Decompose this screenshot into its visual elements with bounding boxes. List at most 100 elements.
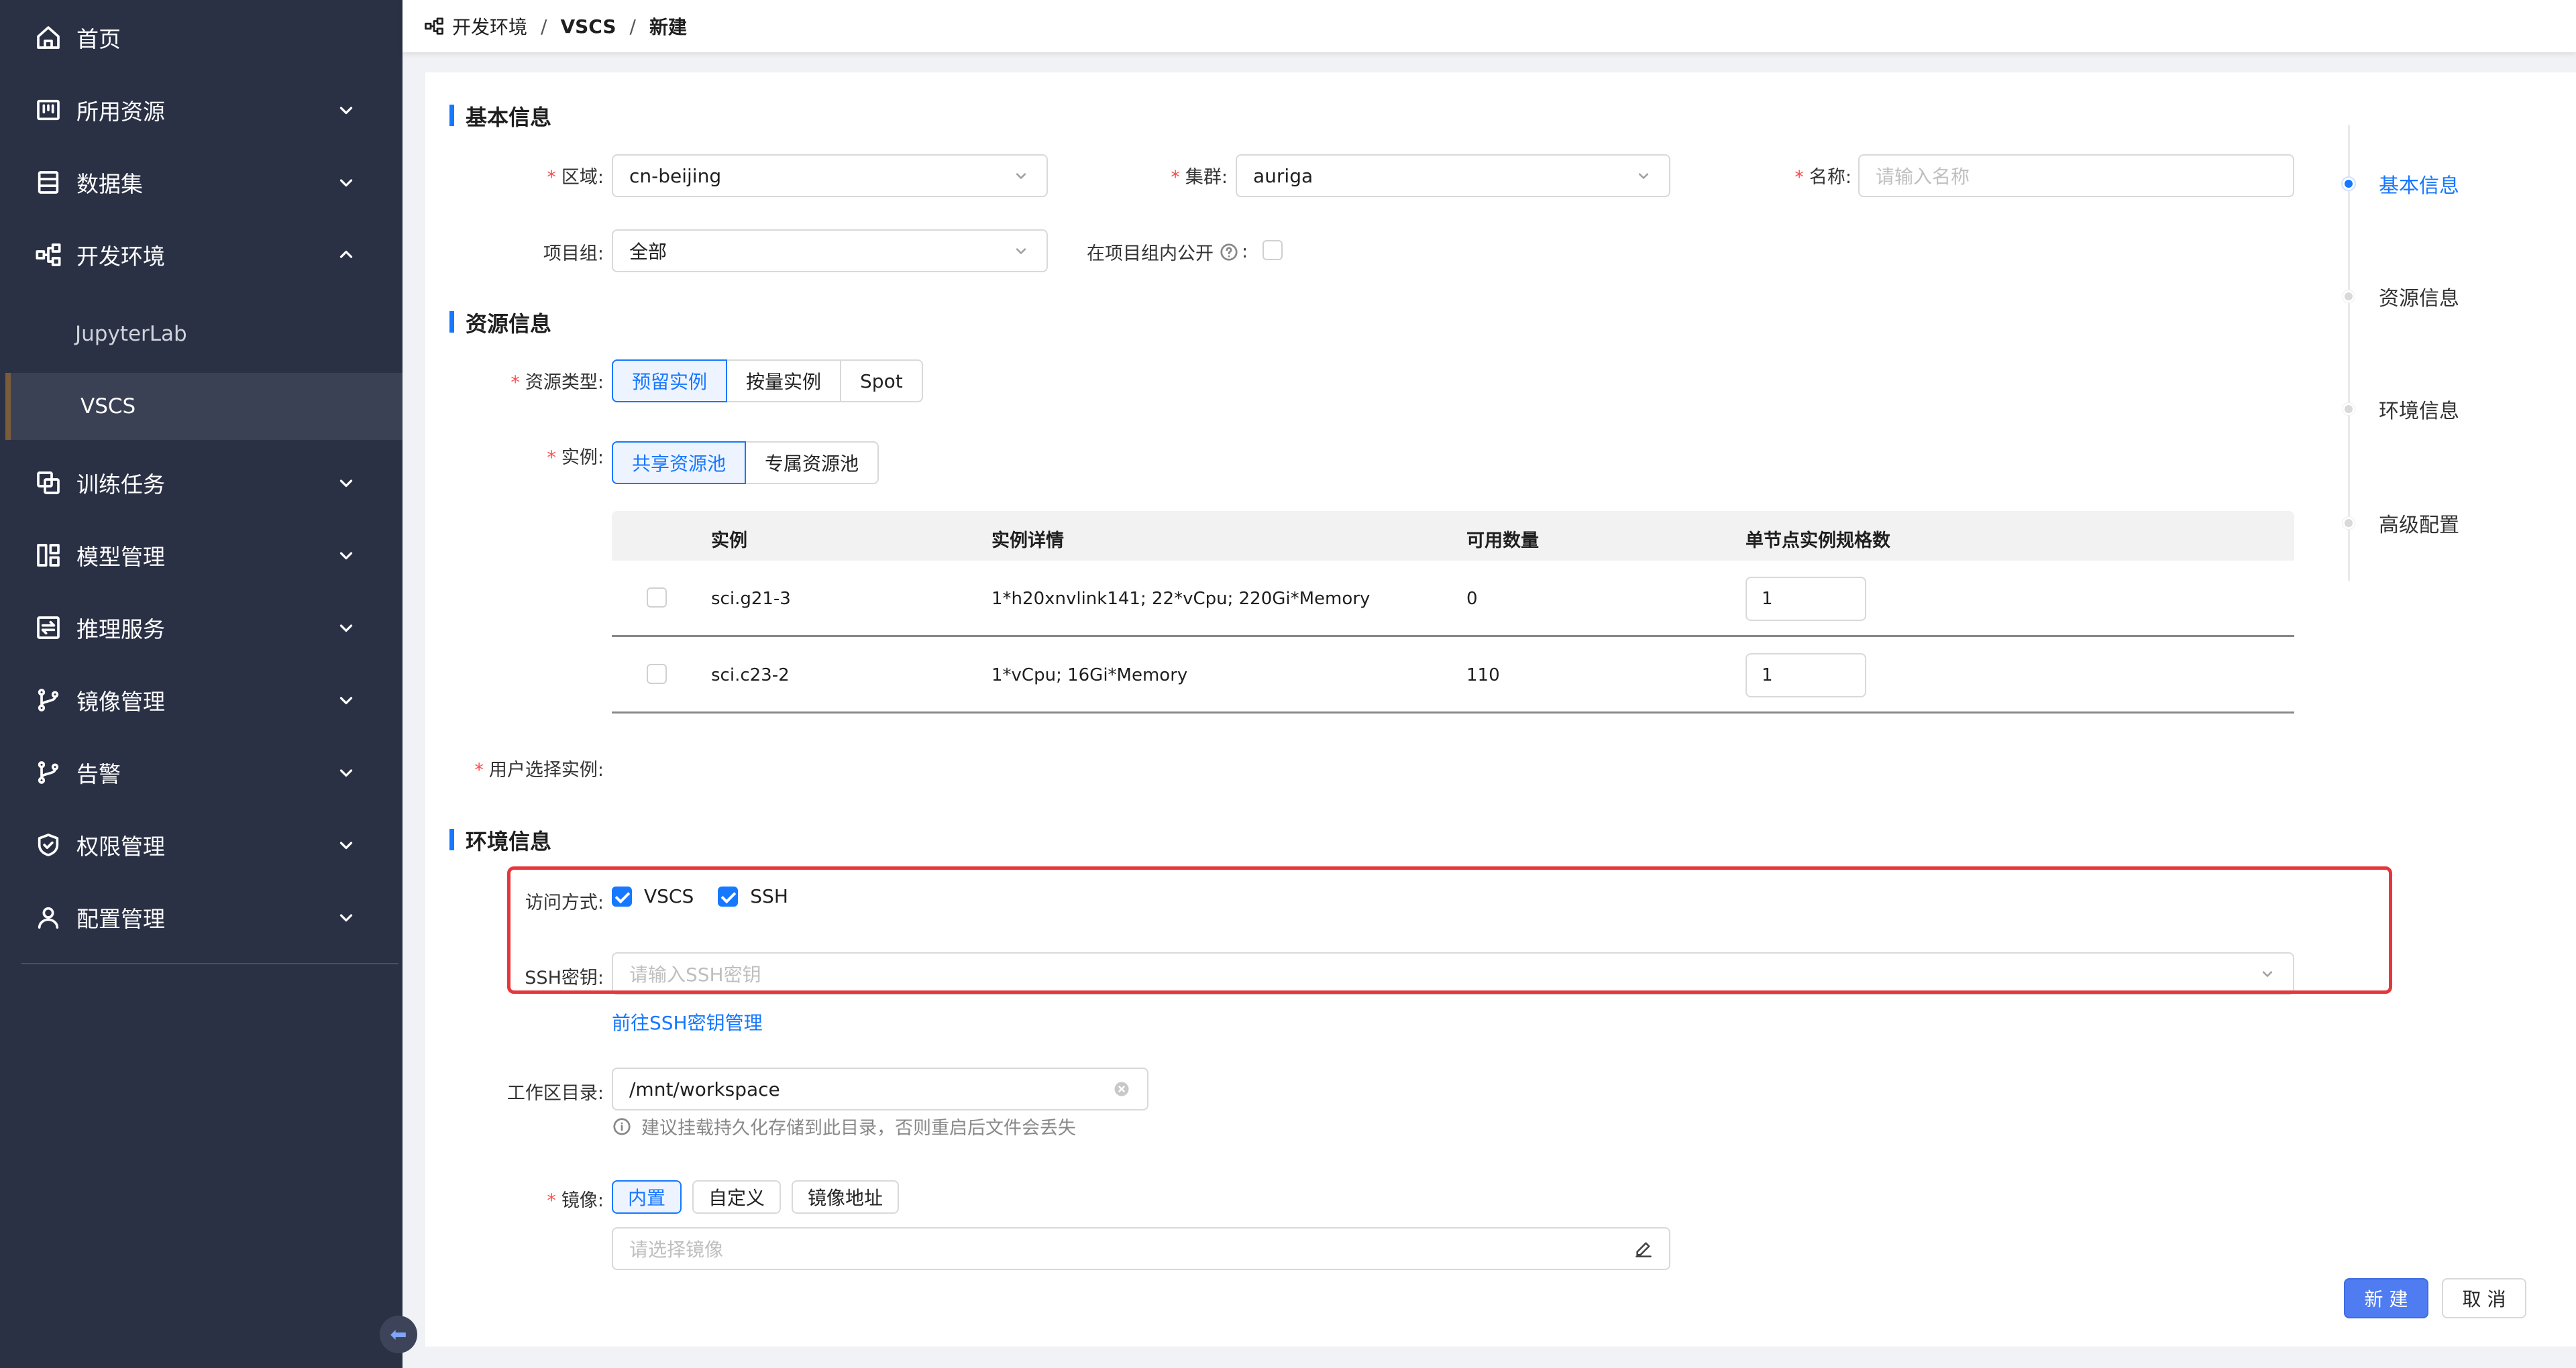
resource-type-label: * 资源类型: <box>511 372 604 393</box>
spec-input[interactable]: 1 <box>1746 577 1866 621</box>
table-row[interactable]: sci.g21-3 1*h20xnvlink141; 22*vCpu; 220G… <box>612 561 2294 637</box>
region-value: cn-beijing <box>629 164 722 187</box>
sidebar-item-resources[interactable]: 所用资源 <box>0 78 402 142</box>
project-select[interactable]: 全部 <box>612 229 1048 272</box>
image-select[interactable]: 请选择镜像 <box>612 1227 1670 1270</box>
anchor-dot <box>2343 403 2355 415</box>
column-header: 可用数量 <box>1466 530 1539 551</box>
shield-icon <box>38 834 59 856</box>
instance-available: 110 <box>1466 665 1500 685</box>
training-icon <box>37 471 60 494</box>
highlight-box <box>507 866 2392 994</box>
resource-type-reserved[interactable]: 预留实例 <box>612 359 728 402</box>
create-button[interactable]: 新 建 <box>2344 1278 2428 1318</box>
spec-value: 1 <box>1762 589 1773 609</box>
anchor-dot <box>2343 517 2355 529</box>
resource-pool-group: 共享资源池 专属资源池 <box>612 441 879 484</box>
inference-icon <box>37 616 60 639</box>
resource-type-ondemand[interactable]: 按量实例 <box>726 359 842 402</box>
section-title-resource: 资源信息 <box>449 307 551 338</box>
workdir-input[interactable]: /mnt/workspace <box>612 1068 1148 1110</box>
anchor-nav: 基本信息 资源信息 环境信息 高级配置 <box>2343 125 2549 581</box>
resource-icon <box>37 99 60 121</box>
resource-type-group: 预留实例 按量实例 Spot <box>612 359 923 402</box>
anchor-env[interactable]: 环境信息 <box>2343 394 2459 424</box>
workdir-value: /mnt/workspace <box>629 1078 780 1100</box>
workdir-label: 工作区目录: <box>506 1083 604 1104</box>
breadcrumb-item-devenv[interactable]: 开发环境 <box>452 13 527 40</box>
pool-shared[interactable]: 共享资源池 <box>612 441 747 484</box>
chevron-down-icon <box>339 624 353 632</box>
edit-icon[interactable] <box>1634 1239 1653 1258</box>
sidebar-item-home[interactable]: 首页 <box>0 5 402 70</box>
image-type-address[interactable]: 镜像地址 <box>792 1180 900 1214</box>
sidebar-item-inference[interactable]: 推理服务 <box>0 595 402 660</box>
table-row[interactable]: sci.c23-2 1*vCpu; 16Gi*Memory 110 1 <box>612 637 2294 714</box>
sidebar-divider <box>21 963 398 964</box>
sidebar-item-model[interactable]: 模型管理 <box>0 523 402 587</box>
sidebar-subitem-label: JupyterLab <box>75 322 187 346</box>
column-header: 单节点实例规格数 <box>1746 530 1890 551</box>
image-type-builtin[interactable]: 内置 <box>612 1180 682 1214</box>
workdir-hint-text: 建议挂载持久化存储到此目录，否则重启后文件会丢失 <box>641 1118 1076 1139</box>
instance-detail: 1*h20xnvlink141; 22*vCpu; 220Gi*Memory <box>991 589 1371 609</box>
image-type-custom-wrap: 自定义 <box>692 1180 782 1214</box>
breadcrumb-item-vscs[interactable]: VSCS <box>560 15 616 38</box>
sidebar-collapse-button[interactable]: ⬅ <box>380 1316 417 1353</box>
anchor-basic[interactable]: 基本信息 <box>2343 169 2459 198</box>
image-type-custom[interactable]: 自定义 <box>692 1180 782 1214</box>
dataset-icon <box>38 171 59 194</box>
breadcrumb: 开发环境 / VSCS / 新建 <box>402 0 2576 52</box>
anchor-label: 环境信息 <box>2379 400 2459 423</box>
anchor-advanced[interactable]: 高级配置 <box>2343 508 2459 538</box>
sidebar-item-image[interactable]: 镜像管理 <box>0 668 402 732</box>
sidebar-item-dataset[interactable]: 数据集 <box>0 150 402 215</box>
ssh-key-manage-link[interactable]: 前往SSH密钥管理 <box>612 1009 763 1035</box>
cluster-select[interactable]: auriga <box>1236 154 1670 197</box>
name-placeholder: 请输入名称 <box>1876 166 1970 188</box>
anchor-dot <box>2343 290 2355 302</box>
public-checkbox[interactable] <box>1263 240 1283 260</box>
pool-dedicated[interactable]: 专属资源池 <box>745 441 879 484</box>
branch-icon <box>38 689 59 711</box>
column-header: 实例详情 <box>991 530 1064 551</box>
sidebar-subitem-jupyterlab[interactable]: JupyterLab <box>0 300 402 367</box>
image-placeholder: 请选择镜像 <box>629 1239 724 1261</box>
row-checkbox[interactable] <box>647 587 667 608</box>
region-label: * 区域: <box>547 167 604 188</box>
clear-icon[interactable] <box>1112 1080 1131 1098</box>
row-checkbox[interactable] <box>647 664 667 684</box>
resource-type-spot[interactable]: Spot <box>840 359 923 402</box>
section-title-env: 环境信息 <box>449 825 551 856</box>
sidebar-item-training[interactable]: 训练任务 <box>0 451 402 515</box>
spec-input[interactable]: 1 <box>1746 653 1866 697</box>
sidebar-item-alert[interactable]: 告警 <box>0 740 402 805</box>
breadcrumb-separator: / <box>541 15 547 38</box>
sidebar-subitem-vscs[interactable]: VSCS <box>5 373 402 440</box>
chevron-down-icon <box>339 552 353 560</box>
instance-name: sci.g21-3 <box>711 589 791 609</box>
workdir-hint: 建议挂载持久化存储到此目录，否则重启后文件会丢失 <box>612 1113 1076 1139</box>
devenv-icon <box>425 17 443 35</box>
chevron-up-icon <box>339 250 353 258</box>
user-select-label: * 用户选择实例: <box>474 760 604 781</box>
project-value: 全部 <box>629 241 667 263</box>
info-icon <box>613 1117 631 1135</box>
instance-table: 实例 实例详情 可用数量 单节点实例规格数 sci.g21-3 1*h20xnv… <box>612 511 2294 715</box>
sidebar-item-permission[interactable]: 权限管理 <box>0 813 402 877</box>
region-select[interactable]: cn-beijing <box>612 154 1048 197</box>
instance-name: sci.c23-2 <box>711 665 790 685</box>
anchor-resource[interactable]: 资源信息 <box>2343 282 2459 311</box>
name-input[interactable]: 请输入名称 <box>1858 154 2294 197</box>
image-type-group: 内置 自定义 镜像地址 <box>612 1180 900 1214</box>
anchor-label: 资源信息 <box>2379 287 2459 310</box>
public-label: 在项目组内公开 : <box>1087 241 1248 264</box>
anchor-label: 基本信息 <box>2379 174 2459 198</box>
cluster-value: auriga <box>1253 164 1313 187</box>
sidebar-item-config[interactable]: 配置管理 <box>0 885 402 950</box>
user-icon <box>38 907 59 929</box>
sidebar-item-devenv[interactable]: 开发环境 <box>0 223 402 287</box>
cancel-button[interactable]: 取 消 <box>2442 1278 2526 1318</box>
image-type-address-wrap: 镜像地址 <box>792 1180 900 1214</box>
breadcrumb-item-current: 新建 <box>649 16 687 38</box>
